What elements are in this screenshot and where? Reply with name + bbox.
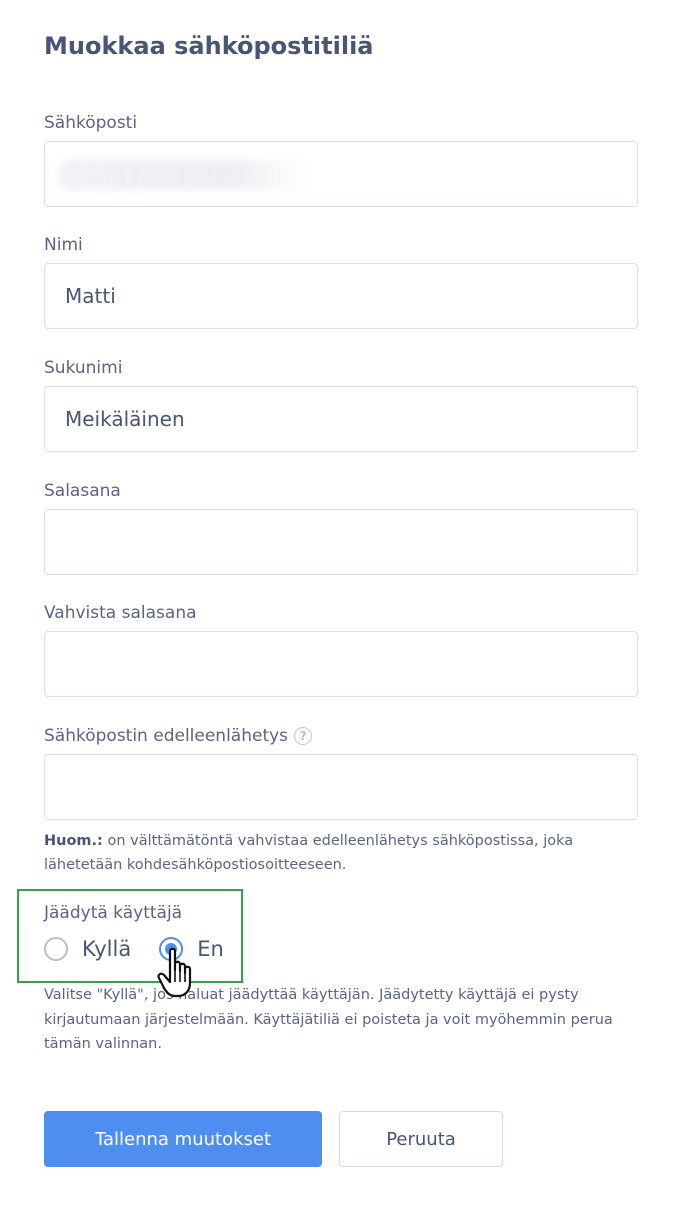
freeze-user-option-yes[interactable]: Kyllä: [44, 937, 131, 961]
forwarding-note-strong: Huom.:: [44, 833, 103, 849]
forwarding-label-row: Sähköpostin edelleenlähetys?: [44, 726, 313, 746]
email-field[interactable]: [44, 141, 638, 207]
freeze-user-label: Jäädytä käyttäjä: [44, 903, 183, 923]
freeze-user-description: Valitse "Kyllä", jos haluat jäädyttää kä…: [44, 987, 613, 1052]
email-label: Sähköposti: [44, 113, 138, 133]
first-name-label: Nimi: [44, 235, 83, 255]
radio-yes[interactable]: [44, 937, 68, 961]
last-name-value: Meikäläinen: [65, 407, 185, 431]
save-button[interactable]: Tallenna muutokset: [44, 1111, 322, 1167]
radio-yes-label: Kyllä: [82, 937, 132, 961]
last-name-field[interactable]: Meikäläinen: [44, 386, 638, 452]
question-circle-icon[interactable]: ?: [294, 727, 313, 745]
password-confirm-label: Vahvista salasana: [44, 603, 197, 623]
password-field[interactable]: [44, 509, 638, 575]
password-label: Salasana: [44, 481, 121, 501]
last-name-label: Sukunimi: [44, 358, 123, 378]
hand-pointer-icon: [157, 947, 192, 998]
page-title: Muokkaa sähköpostitiliä: [44, 32, 374, 60]
forwarding-field[interactable]: [44, 754, 638, 820]
forwarding-label: Sähköpostin edelleenlähetys: [44, 726, 289, 746]
forwarding-note-text: on välttämätöntä vahvistaa edelleenlähet…: [44, 833, 574, 873]
first-name-value: Matti: [65, 284, 116, 308]
forwarding-note: Huom.: on välttämätöntä vahvistaa edelle…: [44, 829, 634, 877]
cancel-button[interactable]: Peruuta: [339, 1111, 503, 1167]
email-redacted-value: [59, 160, 309, 190]
first-name-field[interactable]: Matti: [44, 263, 638, 329]
password-confirm-field[interactable]: [44, 631, 638, 697]
